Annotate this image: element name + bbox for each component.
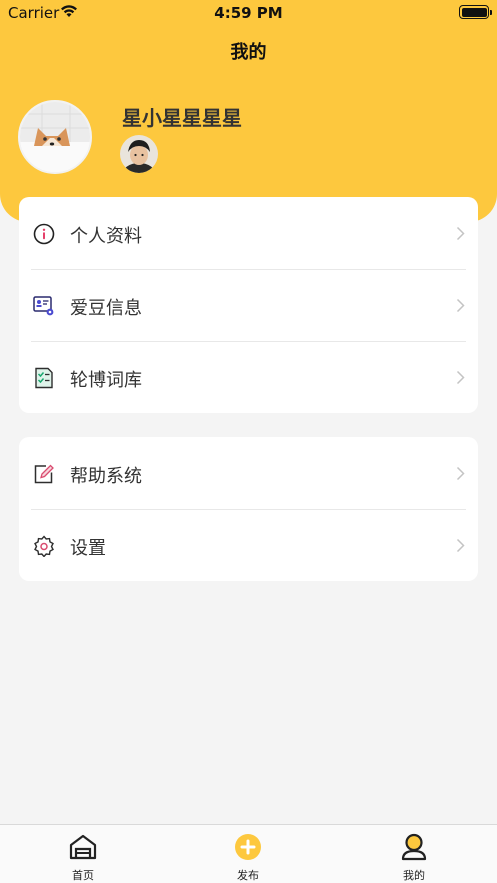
page-title: 我的 [230,42,267,63]
add-icon [235,834,261,860]
chevron-right-icon [456,466,465,481]
id-card-gear-icon [33,295,55,317]
tab-mine[interactable]: 我的 [364,825,464,883]
menu-item-help[interactable]: 帮助系统 [19,437,478,509]
home-icon [69,834,97,860]
menu-item-settings[interactable]: 设置 [19,509,478,581]
tab-label: 我的 [403,869,425,882]
tab-label: 首页 [72,869,94,882]
menu-item-label: 轮博词库 [70,370,142,391]
chevron-right-icon [456,298,465,313]
menu-item-label: 个人资料 [70,226,142,247]
settings-icon [33,535,55,558]
tab-home[interactable]: 首页 [33,825,133,883]
status-bar: Carrier 4:59 PM [0,0,497,26]
menu-item-idol-info[interactable]: 爱豆信息 [19,269,478,341]
chevron-right-icon [456,226,465,241]
edit-icon [33,463,55,485]
help-menu-card: 帮助系统 设置 [19,437,478,581]
chevron-right-icon [456,370,465,385]
tab-bar: 首页 发布 我的 [0,824,497,883]
idol-avatar[interactable] [120,135,158,173]
battery-icon [459,5,492,19]
profile-menu-card: 个人资料 爱豆信息 轮博词库 [19,197,478,413]
tab-label: 发布 [237,869,259,882]
menu-item-label: 爱豆信息 [70,298,142,319]
menu-item-label: 设置 [70,538,106,559]
status-time: 4:59 PM [214,4,283,22]
profile-icon [401,833,427,861]
checklist-icon [33,367,55,389]
avatar[interactable] [18,100,92,174]
info-icon [33,223,55,245]
menu-item-label: 帮助系统 [70,466,142,487]
menu-item-word-library[interactable]: 轮博词库 [19,341,478,413]
chevron-right-icon [456,538,465,553]
user-name: 星小星星星星 [122,106,242,130]
tab-publish[interactable]: 发布 [198,825,298,883]
menu-item-profile[interactable]: 个人资料 [19,197,478,269]
